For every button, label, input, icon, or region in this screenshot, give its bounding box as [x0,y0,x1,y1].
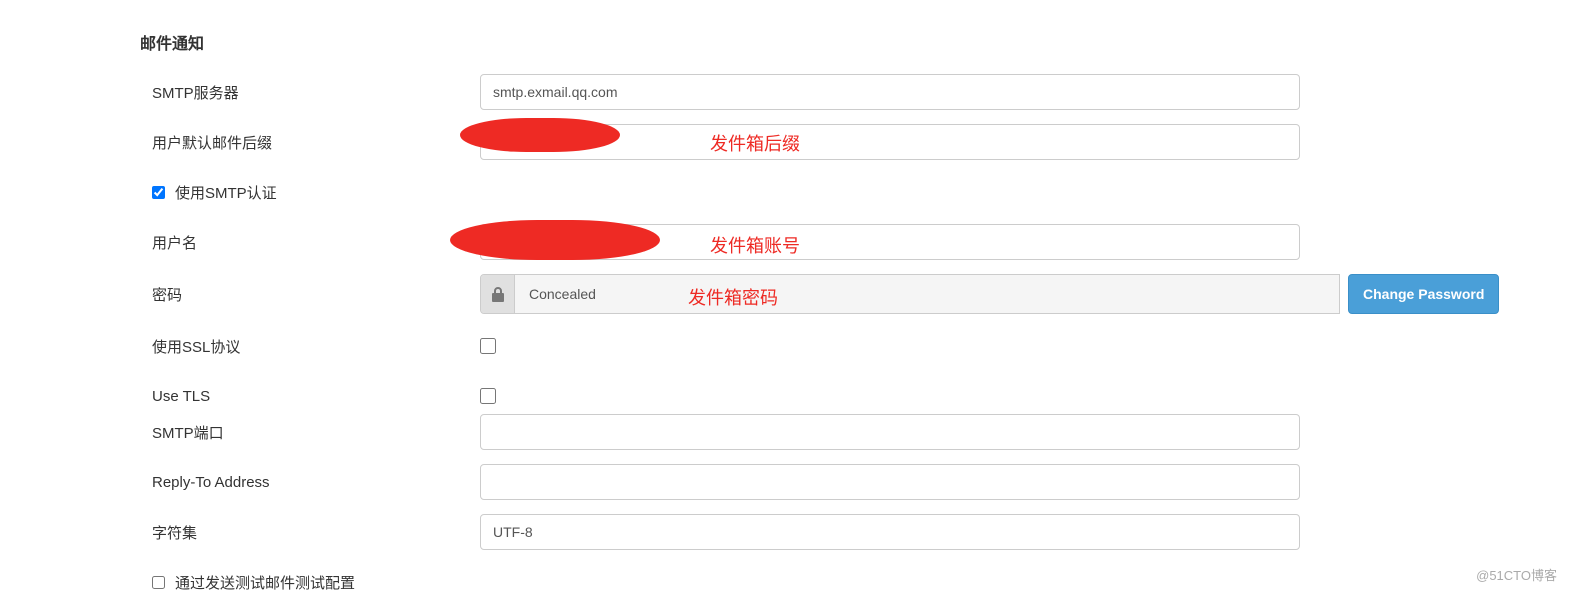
charset-input[interactable] [480,514,1300,550]
change-password-button[interactable]: Change Password [1348,274,1499,314]
row-reply-to: Reply-To Address [140,464,1577,500]
label-smtp-auth: 使用SMTP认证 [175,182,277,203]
lock-icon [481,275,515,313]
label-reply-to: Reply-To Address [140,474,480,491]
label-test-config: 通过发送测试邮件测试配置 [175,572,355,593]
smtp-port-input[interactable] [480,414,1300,450]
redaction-mark [460,118,620,152]
reply-to-input[interactable] [480,464,1300,500]
row-smtp-auth: 使用SMTP认证 ? [140,174,1577,210]
watermark: @51CTO博客 [1476,565,1557,584]
row-password: 密码 Concealed 发件箱密码 Change Password [140,274,1577,314]
label-use-ssl: 使用SSL协议 [140,336,480,357]
label-smtp-port: SMTP端口 [140,422,480,443]
use-ssl-checkbox[interactable] [480,338,496,354]
annotation-suffix: 发件箱后缀 [710,130,800,156]
password-concealed-text: Concealed [529,286,596,302]
annotation-account: 发件箱账号 [710,232,800,258]
password-concealed-box: Concealed 发件箱密码 [480,274,1340,314]
test-config-checkbox[interactable] [152,576,165,589]
row-use-ssl: 使用SSL协议 ? [140,328,1577,364]
row-smtp-port: SMTP端口 ? [140,414,1577,450]
row-test-config: 通过发送测试邮件测试配置 [140,564,1577,600]
label-username: 用户名 [140,232,480,253]
row-default-suffix: 用户默认邮件后缀 发件箱后缀 ? [140,124,1577,160]
use-tls-checkbox[interactable] [480,388,496,404]
label-charset: 字符集 [140,522,480,543]
label-password: 密码 [140,284,480,305]
row-username: 用户名 发件箱账号 [140,224,1577,260]
section-title: 邮件通知 [140,30,1577,54]
redaction-mark [450,220,660,260]
label-smtp-server: SMTP服务器 [140,82,480,103]
row-charset: 字符集 [140,514,1577,550]
row-use-tls: Use TLS [140,378,1577,414]
label-use-tls: Use TLS [140,388,480,405]
smtp-auth-checkbox[interactable] [152,186,165,199]
smtp-server-input[interactable] [480,74,1300,110]
annotation-password: 发件箱密码 [688,284,778,310]
label-default-suffix: 用户默认邮件后缀 [140,132,480,153]
row-smtp-server: SMTP服务器 [140,74,1577,110]
